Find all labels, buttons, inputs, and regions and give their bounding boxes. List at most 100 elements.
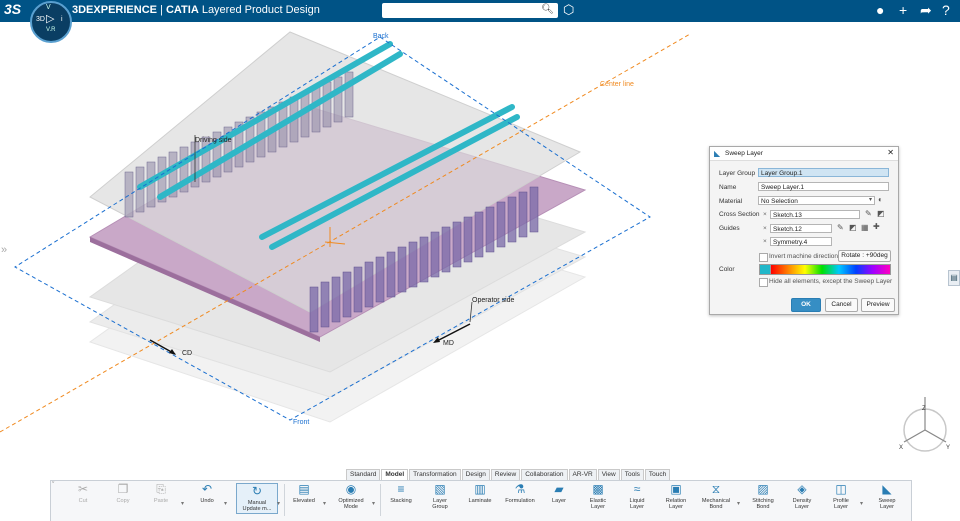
sweep-layer-button[interactable]: ◣ Sweep Layer — [873, 483, 901, 511]
sweep-layer-icon: ◣ — [714, 149, 721, 158]
svg-text:Z: Z — [922, 406, 926, 412]
compass-3d[interactable]: 3D — [36, 16, 45, 23]
formulation-button[interactable]: ⚗ Formulation — [502, 483, 538, 505]
svg-text:Y: Y — [946, 445, 950, 451]
tab-view[interactable]: View — [597, 469, 620, 480]
hide-elements-label: Hide all elements, except the Sweep Laye… — [769, 278, 893, 285]
search-input[interactable]: 🔍︎ — [382, 3, 558, 18]
edit-guide-icon[interactable]: ✎ — [837, 223, 844, 232]
cancel-button[interactable]: Cancel — [825, 298, 858, 312]
optimized-options-icon[interactable]: ▾ — [372, 500, 375, 507]
share-icon[interactable]: ➦ — [920, 2, 932, 19]
bond-options-icon[interactable]: ▾ — [737, 500, 740, 507]
undo-button[interactable]: ↶ Undo — [195, 483, 219, 505]
copy-icon: ❐ — [117, 482, 129, 496]
elastic-layer-icon: ▩ — [592, 482, 604, 496]
play-icon[interactable]: ▷ — [46, 12, 54, 25]
clear-guide-1-icon[interactable]: × — [763, 225, 767, 232]
tab-design[interactable]: Design — [461, 469, 490, 480]
clear-cross-section-icon[interactable]: × — [763, 211, 767, 218]
preview-button[interactable]: Preview — [861, 298, 895, 312]
compass-widget[interactable]: V 3D ▷ i V.R — [30, 1, 72, 43]
label-driving-side: Driving side — [195, 137, 232, 144]
stitching-bond-button[interactable]: ▨ Stitching Bond — [746, 483, 780, 511]
ds-logo-icon[interactable]: 3S — [4, 1, 21, 17]
optimized-mode-button[interactable]: ◉ Optimized Mode — [333, 482, 369, 511]
guide-1-field[interactable]: Sketch.12 — [770, 224, 832, 233]
cross-section-field[interactable]: Sketch.13 — [770, 210, 860, 219]
guide-pattern-icon[interactable]: ▦ — [861, 223, 869, 232]
ok-button[interactable]: OK — [791, 298, 821, 312]
plus-icon[interactable]: + — [899, 2, 907, 18]
paste-icon: ⎘ — [156, 482, 166, 496]
tab-tools[interactable]: Tools — [620, 469, 644, 480]
rotate-button[interactable]: Rotate : +90deg — [838, 250, 891, 262]
tab-review[interactable]: Review — [490, 469, 521, 480]
layer-group-label: Layer Group — [719, 170, 756, 177]
update-options-icon[interactable]: ▾ — [277, 500, 280, 507]
material-palette-icon[interactable]: ◐ — [878, 195, 883, 204]
add-guide-icon[interactable]: ✚ — [873, 222, 880, 231]
profile-options-icon[interactable]: ▾ — [860, 500, 863, 507]
scissors-icon: ✂ — [77, 482, 89, 496]
hide-elements-checkbox[interactable] — [759, 278, 768, 287]
cross-section-label: Cross Section — [719, 211, 760, 218]
label-front: Front — [293, 419, 309, 426]
elastic-layer-button[interactable]: ▩ Elastic Layer — [583, 482, 613, 511]
app-title: 3DEXPERIENCE | CATIA Layered Product Des… — [72, 4, 320, 16]
chevron-down-icon[interactable]: ▾ — [869, 196, 872, 203]
relation-layer-button[interactable]: ▣ Relation Layer — [661, 483, 691, 511]
density-layer-button[interactable]: ◈ Density Layer — [788, 483, 816, 511]
liquid-layer-button[interactable]: ≈ Liquid Layer — [623, 482, 651, 511]
label-back: Back — [373, 33, 389, 40]
tab-collaboration[interactable]: Collaboration — [521, 469, 568, 480]
close-icon[interactable]: ✕ — [887, 148, 894, 157]
name-label: Name — [719, 184, 737, 191]
guide-2-field[interactable]: Symmetry.4 — [770, 237, 832, 246]
copy-button[interactable]: ❐ Copy — [110, 482, 136, 505]
laminate-button[interactable]: ▥ Laminate — [465, 482, 495, 505]
svg-text:X: X — [899, 445, 903, 451]
collapse-toolbar-icon[interactable]: ˇ — [52, 482, 54, 489]
layer-group-button[interactable]: ▧ Layer Group — [425, 482, 455, 511]
label-cd: CD — [182, 350, 192, 357]
mechanical-bond-button[interactable]: ⧖ Mechanical Bond — [699, 483, 733, 511]
tab-ar-vr[interactable]: AR-VR — [568, 469, 597, 480]
tag-icon[interactable]: ⬡ — [563, 2, 574, 18]
color-palette-bar[interactable] — [770, 264, 891, 275]
edit-pencil-icon[interactable]: ✎ — [865, 209, 872, 218]
layer-group-field[interactable]: Layer Group.1 — [758, 168, 889, 177]
search-icon[interactable]: 🔍︎ — [541, 4, 554, 15]
tab-standard[interactable]: Standard — [346, 469, 381, 480]
sketch-icon[interactable]: ◩ — [877, 209, 885, 218]
optimized-mode-icon: ◉ — [345, 482, 357, 496]
elevated-options-icon[interactable]: ▾ — [323, 500, 326, 507]
material-select[interactable]: No Selection — [758, 196, 875, 205]
elevated-button[interactable]: ▤ Elevated — [289, 482, 319, 505]
layer-button[interactable]: ▰ Layer — [546, 483, 572, 505]
tab-model[interactable]: Model — [381, 469, 409, 480]
liquid-layer-icon: ≈ — [633, 482, 641, 496]
profile-layer-button[interactable]: ◫ Profile Layer — [827, 483, 855, 511]
compass-info[interactable]: i — [61, 16, 63, 23]
clear-guide-2-icon[interactable]: × — [763, 238, 767, 245]
layer-group-icon: ▧ — [434, 482, 446, 496]
user-avatar-icon[interactable]: ● — [876, 2, 884, 18]
help-icon[interactable]: ? — [942, 2, 950, 18]
guide-sketch-icon[interactable]: ◩ — [849, 223, 857, 232]
dialog-title-bar[interactable]: ◣ Sweep Layer ✕ — [710, 147, 898, 161]
tab-transformation[interactable]: Transformation — [409, 469, 461, 480]
laminate-icon: ▥ — [474, 482, 486, 496]
invert-direction-checkbox[interactable] — [759, 253, 768, 262]
tab-touch[interactable]: Touch — [644, 469, 671, 480]
manual-update-button[interactable]: ↻ Manual Update m... — [236, 483, 278, 514]
compass-bottom: V.R — [46, 27, 56, 33]
elevated-icon: ▤ — [298, 482, 310, 496]
stacking-button[interactable]: ≡ Stacking — [387, 483, 415, 505]
name-field[interactable]: Sweep Layer.1 — [758, 182, 889, 191]
undo-options-icon[interactable]: ▾ — [224, 500, 227, 507]
material-label: Material — [719, 198, 743, 205]
cut-button[interactable]: ✂ Cut — [70, 482, 96, 505]
paste-options-icon[interactable]: ▾ — [181, 500, 184, 507]
paste-button[interactable]: ⎘ Paste — [148, 482, 174, 505]
